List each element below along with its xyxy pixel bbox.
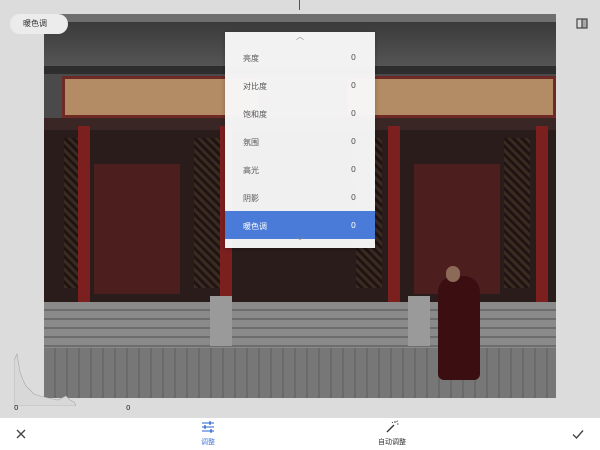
adjust-menu: ︿ 亮度 0 对比度 0 饱和度 0 氛围 0 高光 0 阴影 0 暖色调 0 [225, 32, 375, 248]
menu-item-highlights[interactable]: 高光 0 [225, 155, 375, 183]
photo-pillar [536, 126, 548, 302]
compare-icon[interactable] [574, 16, 590, 32]
menu-item-ambiance[interactable]: 氛围 0 [225, 127, 375, 155]
menu-item-value: 0 [350, 53, 356, 62]
checkmark-icon [572, 430, 584, 440]
histogram-min-label: 0 [14, 404, 19, 412]
magic-wand-icon [386, 420, 399, 433]
photo-lion-statue [210, 296, 232, 346]
photo-monk [438, 276, 480, 380]
menu-item-contrast[interactable]: 对比度 0 [225, 71, 375, 99]
photo-pillar [78, 126, 90, 302]
adjust-tool-label: 调整 [201, 438, 215, 446]
top-indicator [299, 0, 300, 10]
filter-name-chip[interactable]: 暖色调 [10, 14, 68, 34]
menu-item-value: 0 [350, 137, 356, 146]
photo-door-left [94, 164, 180, 294]
menu-item-label: 暖色调 [243, 222, 267, 231]
close-icon [16, 429, 26, 439]
photo-lattice [194, 138, 220, 288]
chevron-up-icon: ︿ [296, 32, 304, 41]
adjust-tool-button[interactable]: 调整 [192, 420, 224, 448]
menu-item-value: 0 [350, 221, 356, 230]
sliders-icon [202, 421, 214, 433]
menu-item-label: 对比度 [243, 82, 267, 91]
menu-item-saturation[interactable]: 饱和度 0 [225, 99, 375, 127]
menu-item-label: 高光 [243, 166, 259, 175]
chevron-down-icon: ﹀ [296, 237, 304, 246]
photo-panel-right [344, 76, 556, 118]
apply-button[interactable] [571, 426, 585, 440]
histogram [14, 353, 76, 406]
auto-adjust-button[interactable]: 自动调整 [372, 420, 412, 448]
menu-item-shadows[interactable]: 阴影 0 [225, 183, 375, 211]
photo-monk-head [446, 266, 460, 282]
menu-item-label: 阴影 [243, 194, 259, 203]
menu-item-value: 0 [350, 109, 356, 118]
menu-item-value: 0 [350, 81, 356, 90]
histogram-max-label: 0 [126, 404, 131, 412]
menu-item-label: 亮度 [243, 54, 259, 63]
menu-item-label: 饱和度 [243, 110, 267, 119]
menu-item-value: 0 [350, 165, 356, 174]
photo-lattice [504, 138, 530, 288]
menu-item-label: 氛围 [243, 138, 259, 147]
editor-canvas: 暖色调 0 0 ︿ 亮度 0 对比度 0 饱和度 0 氛围 0 高光 0 阴影 … [0, 0, 600, 418]
menu-item-brightness[interactable]: 亮度 0 [225, 43, 375, 71]
bottom-toolbar: 调整 自动调整 [0, 418, 600, 450]
auto-adjust-label: 自动调整 [378, 438, 406, 446]
menu-item-warmth[interactable]: 暖色调 0 [225, 211, 375, 239]
photo-pillar [388, 126, 400, 302]
photo-lion-statue [408, 296, 430, 346]
menu-item-value: 0 [350, 193, 356, 202]
cancel-button[interactable] [14, 426, 28, 440]
